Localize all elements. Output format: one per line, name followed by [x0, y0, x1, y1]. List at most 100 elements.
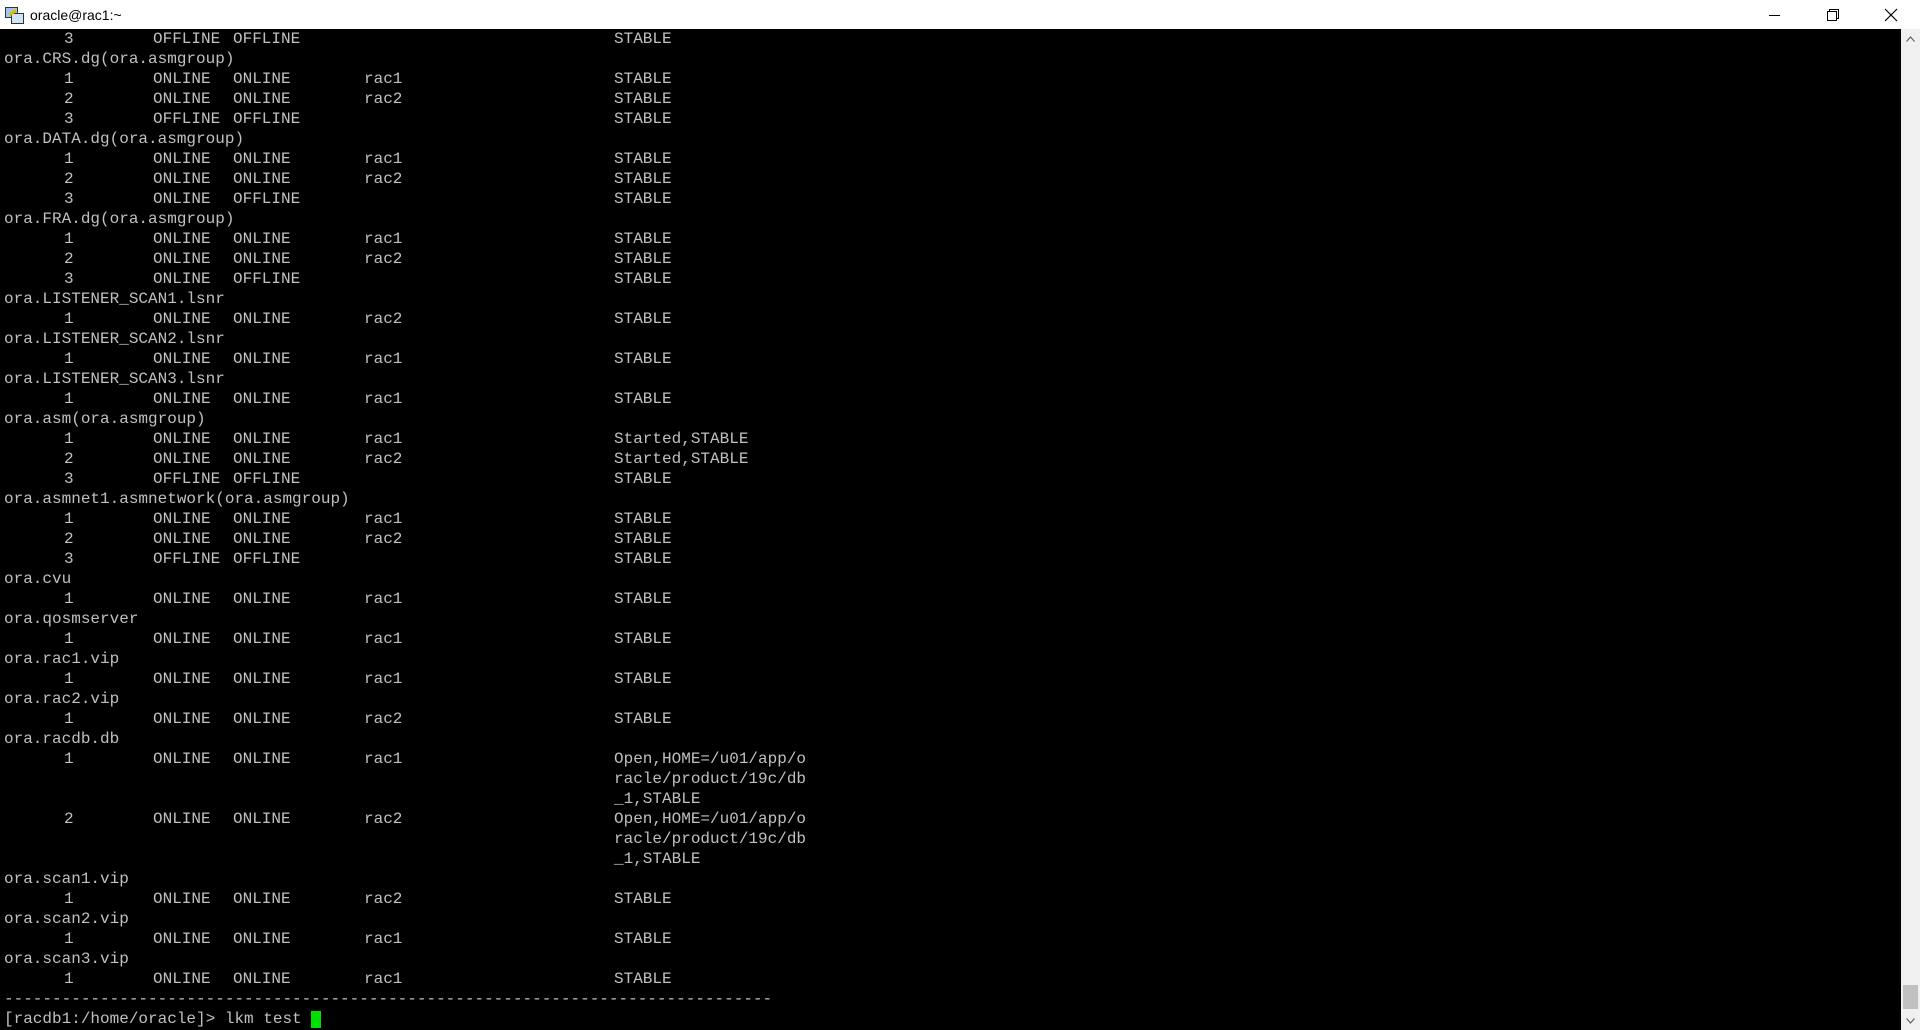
server-name: rac1: [364, 150, 403, 168]
scroll-down-button[interactable]: [1901, 1011, 1920, 1030]
target-status: ONLINE: [153, 70, 211, 88]
instance-number: 1: [64, 630, 74, 648]
state-details: STABLE: [614, 550, 672, 568]
state-details: STABLE: [614, 590, 672, 608]
separator-line: ----------------------------------------…: [0, 989, 1900, 1009]
state-status: ONLINE: [233, 390, 291, 408]
state-details: STABLE: [614, 270, 672, 288]
state-details: STABLE: [614, 890, 672, 908]
server-name: rac2: [364, 250, 403, 268]
scroll-up-button[interactable]: [1901, 29, 1920, 48]
resource-instance-line: 1 ONLINE ONLINE rac1 STABLE: [0, 69, 1900, 89]
resource-instance-line: 1 ONLINE ONLINE rac1 STABLE: [0, 589, 1900, 609]
server-name: rac2: [364, 170, 403, 188]
server-name: rac1: [364, 590, 403, 608]
resource-instance-line: 2 ONLINE ONLINE rac2 STABLE: [0, 249, 1900, 269]
state-details: STABLE: [614, 170, 672, 188]
resource-name: ora.scan3.vip: [4, 950, 129, 968]
target-status: OFFLINE: [153, 30, 221, 48]
state-status: ONLINE: [233, 590, 291, 608]
resource-name-line: ora.asmnet1.asmnetwork(ora.asmgroup): [0, 489, 1900, 509]
state-details: STABLE: [614, 310, 672, 328]
terminal-output[interactable]: 3 OFFLINE OFFLINE STABLE ora.CRS.dg(ora.asmg…: [0, 29, 1901, 1030]
resource-name-line: ora.DATA.dg(ora.asmgroup): [0, 129, 1900, 149]
vertical-scrollbar[interactable]: [1901, 29, 1920, 1030]
resource-instance-line: _1,STABLE: [0, 789, 1900, 809]
state-status: ONLINE: [233, 90, 291, 108]
window-title: oracle@rac1:~: [30, 6, 122, 23]
state-details: STABLE: [614, 150, 672, 168]
server-name: rac1: [364, 670, 403, 688]
server-name: rac1: [364, 930, 403, 948]
state-status: ONLINE: [233, 350, 291, 368]
target-status: ONLINE: [153, 890, 211, 908]
resource-name-line: ora.scan1.vip: [0, 869, 1900, 889]
target-status: ONLINE: [153, 190, 211, 208]
state-status: ONLINE: [233, 930, 291, 948]
close-button[interactable]: [1862, 0, 1920, 29]
target-status: ONLINE: [153, 250, 211, 268]
state-details: Started,STABLE: [614, 430, 749, 448]
state-details: _1,STABLE: [614, 850, 701, 868]
resource-name-line: ora.scan3.vip: [0, 949, 1900, 969]
instance-number: 1: [64, 930, 74, 948]
close-icon: [1884, 8, 1898, 21]
state-details: Open,HOME=/u01/app/o: [614, 750, 807, 768]
target-status: OFFLINE: [153, 470, 221, 488]
resource-instance-line: 1 ONLINE ONLINE rac2 STABLE: [0, 309, 1900, 329]
instance-number: 1: [64, 710, 74, 728]
state-status: ONLINE: [233, 530, 291, 548]
state-details: STABLE: [614, 510, 672, 528]
resource-name-line: ora.rac1.vip: [0, 649, 1900, 669]
state-details: racle/product/19c/db: [614, 830, 807, 848]
server-name: rac1: [364, 750, 403, 768]
resource-name: ora.asm(ora.asmgroup): [4, 410, 206, 428]
resource-name-line: ora.scan2.vip: [0, 909, 1900, 929]
restore-button[interactable]: [1804, 0, 1862, 29]
resource-instance-line: 2 ONLINE ONLINE rac2 Open,HOME=/u01/app/o: [0, 809, 1900, 829]
resource-name: ora.scan1.vip: [4, 870, 129, 888]
instance-number: 3: [64, 470, 74, 488]
server-name: rac2: [364, 810, 403, 828]
resource-name-line: ora.qosmserver: [0, 609, 1900, 629]
server-name: rac1: [364, 390, 403, 408]
state-details: racle/product/19c/db: [614, 770, 807, 788]
resource-instance-line: 1 ONLINE ONLINE rac1 STABLE: [0, 229, 1900, 249]
resource-instance-line: 2 ONLINE ONLINE rac2 STABLE: [0, 169, 1900, 189]
state-details: STABLE: [614, 530, 672, 548]
putty-app-icon[interactable]: [4, 5, 24, 25]
instance-number: 1: [64, 230, 74, 248]
resource-instance-line: 3 ONLINE OFFLINE STABLE: [0, 189, 1900, 209]
target-status: ONLINE: [153, 430, 211, 448]
chevron-down-icon: [1906, 1017, 1915, 1024]
state-details: STABLE: [614, 350, 672, 368]
resource-name-line: ora.LISTENER_SCAN1.lsnr: [0, 289, 1900, 309]
minimize-button[interactable]: [1746, 0, 1804, 29]
state-status: ONLINE: [233, 710, 291, 728]
state-details: STABLE: [614, 230, 672, 248]
command-prompt: [racdb1:/home/oracle]> lkm test: [4, 1010, 312, 1028]
state-status: OFFLINE: [233, 550, 301, 568]
state-status: ONLINE: [233, 510, 291, 528]
state-details: _1,STABLE: [614, 790, 701, 808]
instance-number: 2: [64, 250, 74, 268]
server-name: rac2: [364, 90, 403, 108]
instance-number: 2: [64, 810, 74, 828]
target-status: ONLINE: [153, 630, 211, 648]
instance-number: 3: [64, 190, 74, 208]
resource-instance-line: 1 ONLINE ONLINE rac2 STABLE: [0, 709, 1900, 729]
minimize-icon: [1769, 14, 1780, 16]
state-details: STABLE: [614, 390, 672, 408]
resource-name: ora.qosmserver: [4, 610, 139, 628]
instance-number: 1: [64, 430, 74, 448]
state-status: ONLINE: [233, 170, 291, 188]
instance-number: 2: [64, 90, 74, 108]
resource-instance-line: 3 ONLINE OFFLINE STABLE: [0, 269, 1900, 289]
target-status: ONLINE: [153, 170, 211, 188]
instance-number: 1: [64, 590, 74, 608]
target-status: ONLINE: [153, 530, 211, 548]
state-status: ONLINE: [233, 230, 291, 248]
state-status: ONLINE: [233, 250, 291, 268]
title-bar[interactable]: oracle@rac1:~: [0, 0, 1920, 29]
scrollbar-thumb[interactable]: [1903, 985, 1918, 1009]
